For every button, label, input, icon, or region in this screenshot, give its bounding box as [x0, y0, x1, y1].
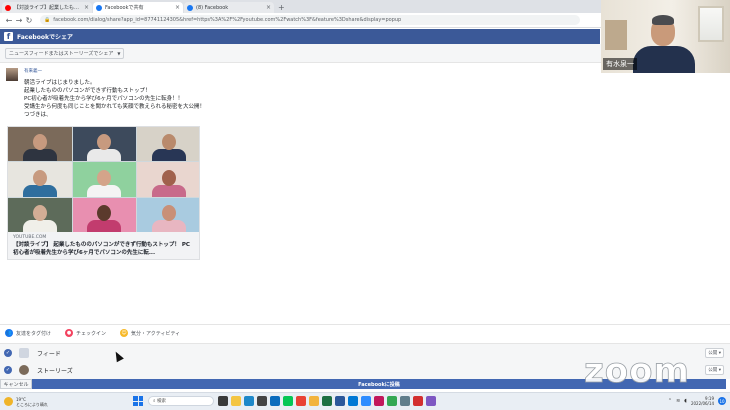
app-icon[interactable]: [426, 396, 436, 406]
close-icon[interactable]: ×: [84, 4, 89, 11]
url-field[interactable]: 🔒 facebook.com/dialog/share?app_id=87741…: [40, 15, 580, 25]
close-icon[interactable]: ×: [175, 4, 180, 11]
tag-friends-icon: 👥: [5, 329, 13, 337]
volume-icon[interactable]: ◖: [684, 398, 687, 404]
word-icon[interactable]: [335, 396, 345, 406]
tab-title: 【対談ライブ】起業したもののパソコン: [14, 5, 82, 11]
check-icon[interactable]: ✓: [4, 366, 12, 374]
tab-youtube[interactable]: 【対談ライブ】起業したもののパソコン ×: [2, 2, 92, 13]
video-thumbnail: [8, 127, 199, 232]
card-domain: YOUTUBE.COM: [13, 235, 47, 240]
card-title: 【対談ライブ】 起業したもののパソコンができず行動もストップ！ PC初心者が吸着…: [13, 242, 190, 256]
post-text[interactable]: 朝活ライブはじまりました。 起業したもののパソコンができず行動もストップ！ PC…: [24, 79, 306, 119]
post-options: 👥 友達をタグ付け ● チェックイン ☺ 気分・アクティビティ: [0, 324, 730, 341]
taskbar-search[interactable]: ⌕ 検索: [148, 396, 214, 406]
back-icon[interactable]: ←: [4, 16, 14, 25]
photos-icon[interactable]: [374, 396, 384, 406]
store-icon[interactable]: [257, 396, 267, 406]
facebook-logo-icon: f: [4, 32, 13, 41]
checkin-label: チェックイン: [76, 330, 107, 337]
weather-desc: ところにより晴れ: [16, 401, 48, 407]
weather-widget[interactable]: 19°C ところにより晴れ: [4, 397, 74, 407]
chrome-icon[interactable]: [387, 396, 397, 406]
folder-icon[interactable]: [309, 396, 319, 406]
reload-icon[interactable]: ↻: [24, 16, 34, 25]
notification-badge[interactable]: 10: [718, 397, 726, 405]
line-icon[interactable]: [283, 396, 293, 406]
mail-icon[interactable]: [270, 396, 280, 406]
clock-date: 2022/06/14: [690, 401, 714, 406]
feed-icon: [19, 348, 29, 358]
taskbar: 19°C ところにより晴れ ⌕ 検索 ⌃ ≋ ◖ 9:19 2022/06/14…: [0, 392, 730, 410]
lock-icon: 🔒: [44, 17, 51, 23]
tab-title: Facebookで共有: [105, 5, 144, 11]
close-icon[interactable]: ×: [266, 4, 271, 11]
forward-icon[interactable]: →: [14, 16, 24, 25]
smiley-icon: ☺: [120, 329, 129, 337]
tab-title: (8) Facebook: [196, 4, 229, 11]
start-icon[interactable]: [133, 396, 143, 406]
clock[interactable]: 9:19 2022/06/14: [691, 396, 714, 406]
tag-friends-label: 友達をタグ付け: [16, 330, 52, 337]
zoom-participant-video: 有水泉一: [601, 0, 730, 73]
privacy-selector[interactable]: 公開 ▾: [705, 365, 724, 375]
zoom-watermark: zoom: [584, 351, 690, 392]
tab-facebook[interactable]: (8) Facebook ×: [184, 2, 274, 13]
feeling-label: 気分・アクティビティ: [131, 330, 181, 337]
facebook-icon: [187, 4, 193, 11]
youtube-icon: [5, 4, 11, 11]
link-preview-card[interactable]: YOUTUBE.COM 【対談ライブ】 起業したもののパソコンができず行動もスト…: [7, 126, 200, 260]
excel-icon[interactable]: [322, 396, 332, 406]
edge-icon[interactable]: [244, 396, 254, 406]
share-target-label: ニュースフィードまたはストーリーズでシェア: [9, 50, 114, 57]
wifi-icon[interactable]: ≋: [676, 398, 680, 404]
outlook-icon[interactable]: [348, 396, 358, 406]
checkin-button[interactable]: ● チェックイン: [65, 329, 106, 337]
cancel-button[interactable]: キャンセル: [0, 379, 32, 389]
dialog-title: Facebookでシェア: [17, 34, 73, 41]
post-composer[interactable]: 有来義一 朝活ライブはじまりました。 起業したもののパソコンができず行動もストッ…: [6, 68, 306, 119]
sun-icon: [4, 397, 13, 406]
tray-chevron-icon[interactable]: ⌃: [668, 398, 672, 404]
search-placeholder: 検索: [156, 399, 166, 404]
location-pin-icon: ●: [65, 329, 74, 337]
privacy-selector[interactable]: 公開 ▾: [705, 348, 724, 358]
url-text: facebook.com/dialog/share?app_id=8774112…: [53, 17, 402, 23]
dialog-header: f Facebookでシェア: [0, 29, 600, 44]
zoom-icon[interactable]: [361, 396, 371, 406]
tag-friends-button[interactable]: 👥 友達をタグ付け: [5, 329, 51, 337]
task-view-icon[interactable]: [218, 396, 228, 406]
participant-name: 有水泉一: [603, 58, 637, 70]
explorer-icon[interactable]: [231, 396, 241, 406]
new-tab-icon[interactable]: +: [278, 2, 285, 13]
check-icon[interactable]: ✓: [4, 349, 12, 357]
avatar: [19, 365, 29, 375]
chrome-icon[interactable]: [296, 396, 306, 406]
feeling-button[interactable]: ☺ 気分・アクティビティ: [120, 329, 180, 337]
chevron-down-icon: ▼: [117, 50, 121, 56]
share-target-dropdown[interactable]: ニュースフィードまたはストーリーズでシェア ▼: [5, 47, 125, 59]
acrobat-icon[interactable]: [413, 396, 423, 406]
facebook-icon: [96, 4, 102, 11]
settings-icon[interactable]: [400, 396, 410, 406]
avatar: [6, 68, 18, 81]
tab-facebook-share[interactable]: Facebookで共有 ×: [93, 2, 183, 13]
